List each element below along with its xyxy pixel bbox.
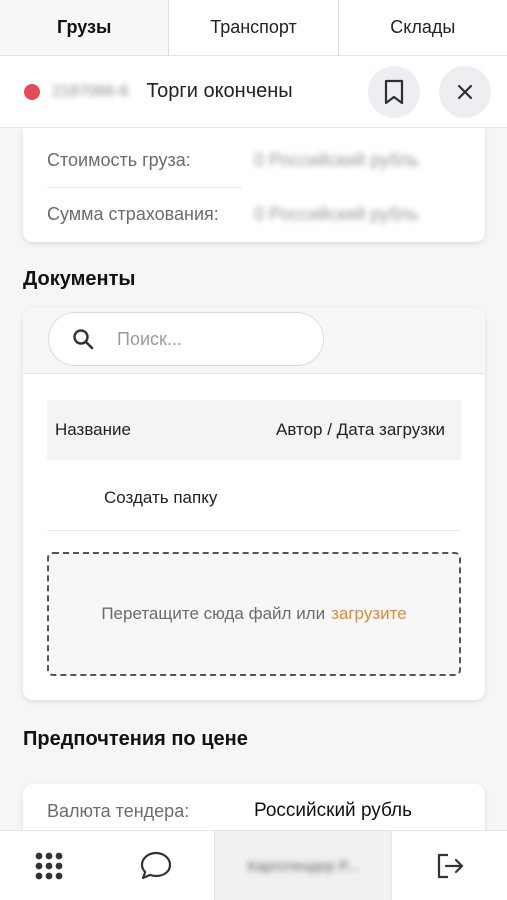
tab-warehouses-label: Склады — [390, 17, 456, 37]
bookmark-button[interactable] — [368, 66, 420, 118]
create-folder-button[interactable]: Создать папку — [104, 488, 217, 508]
content-area[interactable]: Стоимость груза: 0 Российский рубль Сумм… — [0, 128, 507, 830]
order-id: 2187066-6 — [52, 82, 129, 100]
price-prefs-card: Валюта тендера: Российский рубль — [23, 784, 485, 830]
currency-row: Валюта тендера: Российский рубль — [47, 784, 465, 830]
column-name-header[interactable]: Название — [55, 420, 131, 440]
close-icon — [457, 84, 473, 100]
top-tabs: Грузы Транспорт Склады — [0, 0, 507, 56]
tab-cargo[interactable]: Грузы — [0, 0, 170, 55]
cost-value: 0 Российский рубль — [254, 149, 419, 170]
column-author-header[interactable]: Автор / Дата загрузки — [276, 420, 445, 440]
search-icon — [73, 329, 94, 350]
tab-cargo-label: Грузы — [56, 17, 112, 37]
chat-button[interactable] — [98, 831, 214, 900]
dropzone-text: Перетащите сюда файл или — [101, 604, 326, 623]
documents-table-header: Название Автор / Дата загрузки — [47, 400, 461, 460]
documents-card: Название Автор / Дата загрузки Создать п… — [23, 308, 485, 700]
bookmark-icon — [384, 79, 404, 105]
cost-label: Стоимость груза: — [47, 149, 191, 170]
chat-icon — [140, 851, 172, 880]
search-box[interactable] — [48, 312, 324, 366]
account-switcher[interactable]: Карготендер Р... — [214, 831, 392, 900]
grid-icon — [35, 852, 63, 880]
order-header: 2187066-6 Торги окончены — [0, 56, 507, 128]
tab-transport-label: Транспорт — [210, 17, 297, 37]
price-prefs-title: Предпочтения по цене — [23, 728, 248, 750]
apps-button[interactable] — [0, 831, 98, 900]
account-label: Карготендер Р... — [247, 857, 359, 875]
tab-transport[interactable]: Транспорт — [169, 0, 339, 55]
cost-row: Стоимость груза: 0 Российский рубль — [47, 133, 465, 187]
file-dropzone[interactable]: Перетащите сюда файл или загрузите — [47, 552, 461, 676]
currency-label: Валюта тендера: — [47, 800, 190, 821]
close-button[interactable] — [439, 66, 491, 118]
insurance-label: Сумма страхования: — [47, 203, 219, 224]
bottom-nav: Карготендер Р... — [0, 830, 507, 900]
status-dot — [24, 83, 40, 100]
divider — [47, 530, 461, 531]
tab-warehouses[interactable]: Склады — [338, 0, 507, 55]
insurance-row: Сумма страхования: 0 Российский рубль — [47, 187, 465, 241]
insurance-value: 0 Российский рубль — [254, 203, 419, 224]
logout-icon — [437, 853, 463, 879]
search-input[interactable] — [117, 328, 307, 350]
status-title: Торги окончены — [146, 80, 293, 102]
upload-link[interactable]: загрузите — [331, 604, 407, 624]
documents-search-area — [23, 308, 485, 374]
logout-button[interactable] — [392, 831, 507, 900]
currency-value: Российский рубль — [254, 800, 413, 821]
cargo-cost-card: Стоимость груза: 0 Российский рубль Сумм… — [23, 128, 485, 242]
documents-title: Документы — [23, 268, 136, 290]
